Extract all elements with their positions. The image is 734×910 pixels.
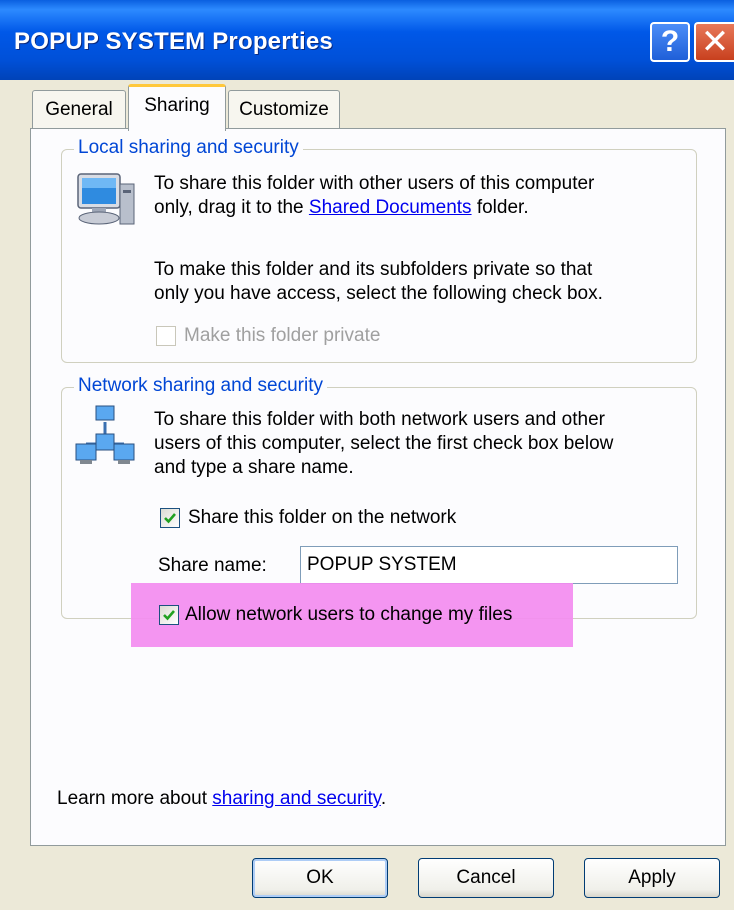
network-info-line3: and type a share name. [154,457,354,478]
local-info-line2: only, drag it to the Shared Documents fo… [154,196,529,220]
learn-more: Learn more about sharing and security. [57,787,386,811]
share-folder-label: Share this folder on the network [188,507,457,528]
network-sharing-title: Network sharing and security [74,375,327,397]
help-button[interactable]: ? [650,22,690,62]
network-info-line2: users of this computer, select the first… [154,433,614,454]
learn-more-suffix: . [380,788,387,809]
cancel-button[interactable]: Cancel [418,858,554,898]
close-icon: ✕ [700,23,730,61]
help-icon: ? [660,25,680,58]
title-bar[interactable]: POPUP SYSTEM Properties ? ✕ [0,0,734,80]
share-folder-checkbox[interactable] [160,508,180,528]
sharing-security-link[interactable]: sharing and security [212,788,381,809]
check-icon [163,610,175,621]
local-sharing-group: Local sharing and security To share this… [61,137,697,363]
allow-change-label: Allow network users to change my files [185,604,513,625]
make-private-label: Make this folder private [184,325,381,346]
sharing-panel: Local sharing and security To share this… [30,128,726,846]
network-icon [75,405,135,464]
local-sharing-title: Local sharing and security [74,137,303,159]
local-info-suffix: folder. [471,197,529,218]
private-info-line2: only you have access, select the followi… [154,283,603,304]
apply-button[interactable]: Apply [584,858,720,898]
check-icon [164,513,176,524]
learn-more-prefix: Learn more about [57,788,213,809]
tab-sharing[interactable]: Sharing [128,84,226,131]
make-private-checkbox[interactable] [156,326,176,346]
close-button[interactable]: ✕ [694,22,734,62]
private-info-line1: To make this folder and its subfolders p… [154,259,593,280]
local-info-prefix: only, drag it to the [154,197,309,218]
network-info-line1: To share this folder with both network u… [154,409,605,430]
ok-button[interactable]: OK [252,858,388,898]
window-title: POPUP SYSTEM Properties [14,28,333,55]
computer-icon [77,173,135,225]
share-name-label: Share name: [158,555,267,576]
local-info-line1: To share this folder with other users of… [154,173,595,194]
tab-customize[interactable]: Customize [228,90,340,128]
tab-general[interactable]: General [32,90,126,128]
allow-change-checkbox[interactable] [159,605,179,625]
share-name-input[interactable]: POPUP SYSTEM [300,546,678,584]
shared-documents-link[interactable]: Shared Documents [309,197,472,218]
